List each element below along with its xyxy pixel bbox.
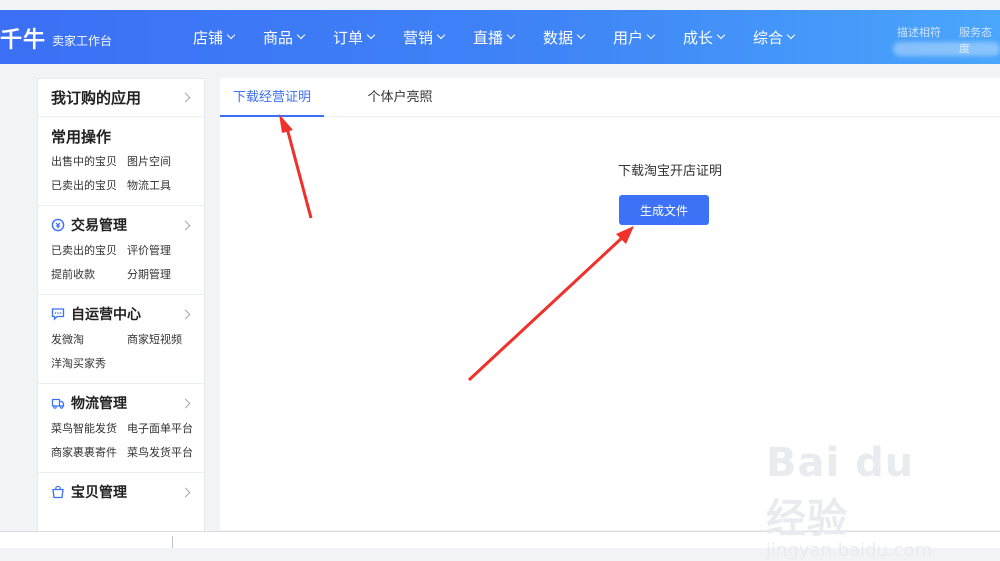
sidebar-header-label: 我订购的应用	[51, 89, 142, 107]
chevron-down-icon	[366, 30, 376, 40]
watermark-url: jingyan.baidu.com	[766, 540, 933, 561]
chevron-down-icon	[786, 30, 796, 40]
link-image-space[interactable]: 图片空间	[127, 153, 203, 171]
nav-growth[interactable]: 成长	[683, 10, 753, 64]
group-logistics: 物流管理 菜鸟智能发货 电子面单平台 商家裹裹寄件 菜鸟发货平台	[38, 384, 204, 473]
blurred-region	[893, 42, 1000, 56]
chevron-down-icon	[436, 30, 446, 40]
chevron-down-icon	[576, 30, 586, 40]
nav-label: 营销	[403, 28, 434, 47]
link-cainiao-smart-ship[interactable]: 菜鸟智能发货	[51, 420, 127, 438]
divider	[172, 536, 173, 548]
link-e-waybill[interactable]: 电子面单平台	[127, 420, 203, 438]
nav-marketing[interactable]: 营销	[403, 10, 473, 64]
link-cainiao-ship-platform[interactable]: 菜鸟发货平台	[127, 444, 203, 462]
tab-business-certificate[interactable]: 下载经营证明	[220, 78, 324, 117]
chevron-down-icon	[716, 30, 726, 40]
transaction-icon	[51, 218, 65, 232]
top-navigation-bar: 千牛 卖家工作台 店铺 商品 订单 营销 直播 数据 用户 成长 综合 描述相符…	[0, 10, 1000, 64]
link-early-payment[interactable]: 提前收款	[51, 266, 127, 284]
nav-label: 数据	[543, 28, 574, 47]
bag-icon	[52, 485, 64, 499]
nav-label: 订单	[333, 28, 364, 47]
group-self-operation: 自运营中心 发微淘 商家短视频 洋淘买家秀	[38, 295, 204, 384]
chevron-down-icon	[506, 30, 516, 40]
main-nav: 店铺 商品 订单 营销 直播 数据 用户 成长 综合	[193, 10, 823, 64]
nav-shop[interactable]: 店铺	[193, 10, 263, 64]
chevron-down-icon	[296, 30, 306, 40]
group-common-actions: 常用操作 出售中的宝贝 图片空间 已卖出的宝贝 物流工具	[38, 117, 204, 206]
sidebar-header[interactable]: 我订购的应用	[38, 79, 204, 117]
nav-label: 商品	[263, 28, 294, 47]
group-title: 物流管理	[71, 396, 127, 412]
link-items-on-sale[interactable]: 出售中的宝贝	[51, 153, 127, 171]
generate-file-button[interactable]: 生成文件	[619, 195, 709, 225]
link-review-management[interactable]: 评价管理	[127, 242, 203, 260]
group-title: 常用操作	[51, 127, 112, 146]
link-short-video[interactable]: 商家短视频	[127, 331, 203, 349]
baidu-jingyan-watermark: Bai du 经验 jingyan.baidu.com	[766, 440, 946, 561]
nav-label: 成长	[683, 28, 714, 47]
link-sold-items[interactable]: 已卖出的宝贝	[51, 177, 127, 195]
link-buyer-show[interactable]: 洋淘买家秀	[51, 355, 127, 373]
nav-data[interactable]: 数据	[543, 10, 613, 64]
nav-orders[interactable]: 订单	[333, 10, 403, 64]
nav-products[interactable]: 商品	[263, 10, 333, 64]
nav-general[interactable]: 综合	[753, 10, 823, 64]
link-logistics-tools[interactable]: 物流工具	[127, 177, 203, 195]
rating-description[interactable]: 描述相符	[897, 24, 941, 40]
chevron-right-icon	[180, 92, 191, 103]
group-title: 自运营中心	[71, 307, 141, 323]
group-title: 交易管理	[71, 218, 127, 234]
chat-icon	[51, 308, 65, 321]
nav-users[interactable]: 用户	[613, 10, 683, 64]
subscribed-apps-sidebar: 我订购的应用 常用操作 出售中的宝贝 图片空间 已卖出的宝贝 物流工具 交易管理…	[37, 78, 205, 533]
group-transaction: 交易管理 已卖出的宝贝 评价管理 提前收款 分期管理	[38, 206, 204, 295]
chevron-down-icon	[226, 30, 236, 40]
link-merchant-parcel[interactable]: 商家裹裹寄件	[51, 444, 127, 462]
nav-live[interactable]: 直播	[473, 10, 543, 64]
nav-label: 用户	[613, 28, 644, 47]
group-item-management: 宝贝管理	[38, 473, 204, 513]
link-sold-items[interactable]: 已卖出的宝贝	[51, 242, 127, 260]
brand-logo[interactable]: 千牛	[0, 22, 46, 54]
truck-icon	[51, 398, 65, 409]
nav-label: 店铺	[193, 28, 224, 47]
certificate-title: 下载淘宝开店证明	[618, 164, 723, 179]
nav-label: 综合	[753, 28, 784, 47]
link-installment[interactable]: 分期管理	[127, 266, 203, 284]
tab-bar: 下载经营证明 个体户亮照	[220, 78, 1000, 117]
chevron-down-icon	[646, 30, 656, 40]
group-title: 宝贝管理	[71, 485, 127, 501]
nav-label: 直播	[473, 28, 504, 47]
watermark-main: Bai du 经验	[766, 440, 915, 542]
tab-individual-license[interactable]: 个体户亮照	[350, 78, 450, 117]
brand-subtitle: 卖家工作台	[52, 34, 113, 48]
link-post-weitao[interactable]: 发微淘	[51, 331, 127, 349]
